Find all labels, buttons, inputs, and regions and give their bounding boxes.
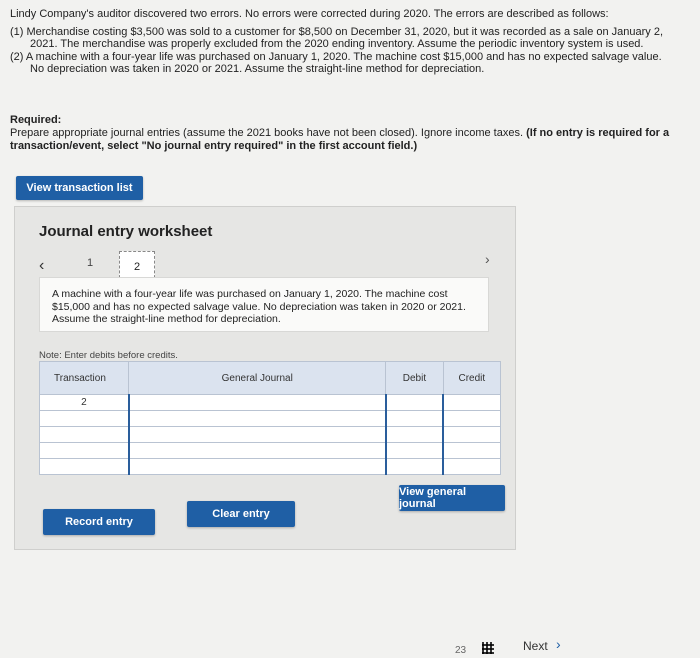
credit-header: Credit — [442, 361, 502, 395]
account-field[interactable] — [127, 442, 387, 459]
problem-statement: Lindy Company's auditor discovered two e… — [10, 8, 690, 76]
required-label: Required: — [10, 114, 62, 126]
credit-field[interactable] — [442, 458, 502, 475]
transaction-cell — [38, 410, 130, 427]
error-item-1-line2: 2021. The merchandise was properly exclu… — [30, 38, 644, 50]
account-field[interactable] — [127, 426, 387, 443]
transaction-header: Transaction — [38, 361, 130, 395]
record-entry-button[interactable]: Record entry — [43, 509, 155, 535]
credit-field[interactable] — [442, 394, 502, 411]
required-instructions: Prepare appropriate journal entries (ass… — [10, 127, 690, 153]
table-row: 2 — [38, 394, 502, 411]
error-item-1-line1: (1) Merchandise costing $3,500 was sold … — [10, 25, 664, 38]
grid-icon[interactable] — [482, 642, 494, 654]
debit-field[interactable] — [384, 442, 444, 459]
chevron-left-icon: ‹ — [39, 257, 45, 274]
error-item-2-line1: (2) A machine with a four-year life was … — [10, 50, 662, 63]
page-number: 23 — [455, 645, 467, 656]
account-field[interactable] — [127, 410, 387, 427]
next-chevron-icon[interactable]: › — [556, 636, 561, 652]
problem-headline: Lindy Company's auditor discovered two e… — [10, 8, 609, 20]
next-button[interactable]: Next — [523, 639, 548, 653]
view-general-journal-button[interactable]: View general journal — [399, 485, 505, 511]
debit-credit-note: Note: Enter debits before credits. — [39, 350, 178, 361]
clear-entry-button[interactable]: Clear entry — [187, 501, 295, 527]
page-1-tab[interactable]: 1 — [87, 257, 93, 269]
debit-field[interactable] — [384, 394, 444, 411]
table-row — [38, 458, 502, 475]
journal-table: Transaction General Journal Debit Credit… — [38, 361, 502, 475]
transaction-description: A machine with a four-year life was purc… — [39, 277, 489, 332]
required-section: Required: Prepare appropriate journal en… — [10, 114, 690, 153]
debit-field[interactable] — [384, 458, 444, 475]
debit-field[interactable] — [384, 410, 444, 427]
transaction-number: 2 — [38, 394, 130, 411]
chevron-right-icon: › — [485, 251, 490, 267]
journal-entry-worksheet: Journal entry worksheet ‹ 1 2 › A machin… — [14, 206, 516, 550]
credit-field[interactable] — [442, 410, 502, 427]
account-field[interactable] — [127, 458, 387, 475]
error-list: (1) Merchandise costing $3,500 was sold … — [10, 26, 690, 76]
worksheet-title: Journal entry worksheet — [39, 223, 213, 240]
debit-field[interactable] — [384, 426, 444, 443]
credit-field[interactable] — [442, 426, 502, 443]
transaction-cell — [38, 426, 130, 443]
next-page-button[interactable]: › — [485, 251, 490, 267]
account-field[interactable] — [127, 394, 387, 411]
transaction-cell — [38, 442, 130, 459]
credit-field[interactable] — [442, 442, 502, 459]
prev-page-button[interactable]: ‹ — [39, 257, 44, 275]
table-row — [38, 426, 502, 443]
view-transaction-list-button[interactable]: View transaction list — [16, 176, 143, 200]
debit-header: Debit — [385, 361, 444, 395]
error-item-2-line2: No depreciation was taken in 2020 or 202… — [30, 63, 485, 75]
required-text: Prepare appropriate journal entries (ass… — [10, 127, 524, 139]
table-row — [38, 442, 502, 459]
transaction-cell — [38, 458, 130, 475]
table-header-row: Transaction General Journal Debit Credit — [38, 361, 502, 395]
table-row — [38, 410, 502, 427]
general-journal-header: General Journal — [128, 361, 387, 395]
